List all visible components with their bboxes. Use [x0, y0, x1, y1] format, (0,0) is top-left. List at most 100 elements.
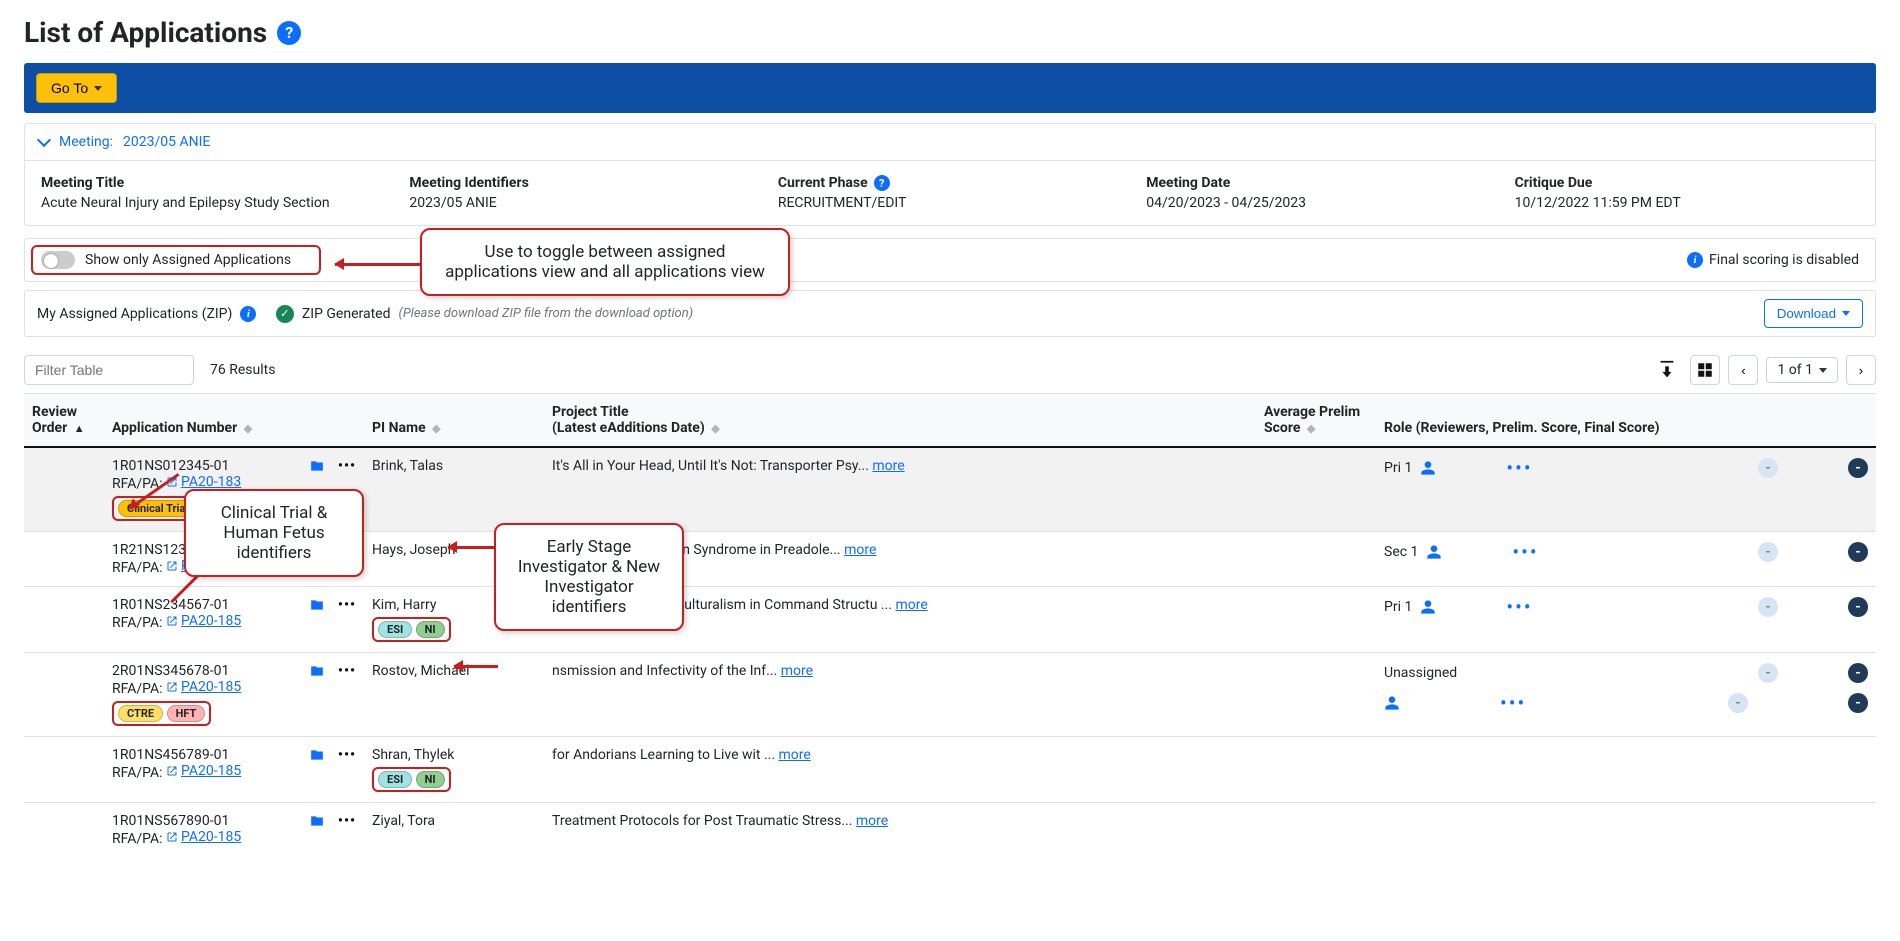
final-score-button[interactable]: - [1848, 458, 1868, 478]
col-project-title[interactable]: Project Title (Latest eAdditions Date) ◆ [544, 394, 1256, 448]
folder-icon[interactable] [308, 458, 326, 474]
project-title: nsmission and Infectivity of the Inf... [552, 663, 781, 679]
meeting-date-label: Meeting Date [1146, 175, 1490, 191]
final-score-button[interactable]: - [1848, 597, 1868, 617]
caret-down-icon [94, 86, 102, 91]
person-icon[interactable] [1384, 695, 1400, 711]
meeting-ident-label: Meeting Identifiers [409, 175, 753, 191]
col-app-number[interactable]: Application Number ◆ [104, 394, 364, 448]
rfa-label: RFA/PA: [112, 831, 163, 847]
current-phase-label: Current Phase ? [778, 175, 1122, 191]
rfa-label: RFA/PA: [112, 560, 163, 576]
project-title: Treatment Protocols for Post Traumatic S… [552, 813, 856, 829]
col-pi-name[interactable]: PI Name ◆ [364, 394, 544, 448]
prelim-score-button[interactable]: - [1758, 597, 1778, 617]
sort-icon: ◆ [711, 422, 719, 435]
prelim-score-button[interactable]: - [1758, 458, 1778, 478]
export-icon[interactable] [1652, 355, 1682, 385]
goto-button[interactable]: Go To [36, 73, 117, 103]
callout-esi-ni: Early Stage Investigator & New Investiga… [494, 523, 684, 631]
table-row: 1R01NS456789-01RFA/PA: PA20-185•••Shran,… [24, 737, 1876, 803]
row-menu-icon[interactable]: ••• [338, 597, 356, 613]
annotation-box: CTRE HFT [112, 701, 211, 726]
more-link[interactable]: more [781, 663, 813, 679]
assigned-apps-toggle[interactable] [41, 251, 75, 269]
role-menu-icon[interactable]: ••• [1506, 463, 1532, 473]
app-number: 1R01NS234567-01 [112, 597, 296, 613]
app-number: 2R01NS345678-01 [112, 663, 296, 679]
more-link[interactable]: more [779, 747, 811, 763]
table-row: 1R01NS567890-01RFA/PA: PA20-185•••Ziyal,… [24, 803, 1876, 858]
info-icon: i [1687, 252, 1703, 268]
badge-ni: NI [416, 771, 445, 788]
applications-table: Review Order ▲ Application Number ◆ PI N… [24, 393, 1876, 857]
callout-toggle: Use to toggle between assigned applicati… [420, 228, 790, 296]
project-title: It's All in Your Head, Until It's Not: T… [552, 458, 872, 474]
rfa-link[interactable]: PA20-185 [166, 679, 241, 695]
col-review-order[interactable]: Review Order ▲ [24, 394, 104, 448]
rfa-label: RFA/PA: [112, 681, 163, 697]
meeting-date-value: 04/20/2023 - 04/25/2023 [1146, 195, 1490, 211]
row-menu-icon[interactable]: ••• [338, 458, 356, 474]
project-title: for Andorians Learning to Live wit ... [552, 747, 779, 763]
folder-icon[interactable] [308, 597, 326, 613]
final-score-button[interactable]: - [1848, 663, 1868, 683]
more-link[interactable]: more [844, 542, 876, 558]
row-menu-icon[interactable]: ••• [338, 663, 356, 679]
goto-label: Go To [51, 80, 88, 96]
person-icon[interactable] [1426, 544, 1442, 560]
prelim-score-button[interactable]: - [1758, 542, 1778, 562]
person-icon[interactable] [1420, 460, 1436, 476]
role-menu-icon[interactable]: ••• [1500, 698, 1526, 708]
rfa-link[interactable]: PA20-185 [166, 829, 241, 845]
critique-due-label: Critique Due [1515, 175, 1859, 191]
annotation-box: ESI NI [372, 767, 451, 792]
prelim-score-button[interactable]: - [1728, 693, 1748, 713]
grid-view-icon[interactable] [1690, 355, 1720, 385]
final-score-button[interactable]: - [1848, 693, 1868, 713]
caret-down-icon [1819, 368, 1827, 373]
results-count: 76 Results [210, 362, 275, 378]
filter-input[interactable] [24, 355, 194, 385]
meeting-value: 2023/05 ANIE [123, 134, 210, 150]
app-number: 1R01NS567890-01 [112, 813, 296, 829]
final-score-button[interactable]: - [1848, 542, 1868, 562]
row-menu-icon[interactable]: ••• [338, 813, 356, 829]
table-row: 1R01NS234567-01RFA/PA: PA20-185•••Kim, H… [24, 587, 1876, 653]
sort-icon: ◆ [432, 422, 440, 435]
help-icon[interactable]: ? [277, 21, 301, 45]
pager-next-button[interactable]: › [1846, 355, 1876, 385]
meeting-title-label: Meeting Title [41, 175, 385, 191]
role-unassigned: Unassigned [1384, 665, 1457, 681]
more-link[interactable]: more [872, 458, 904, 474]
download-button[interactable]: Download [1764, 299, 1863, 328]
zip-info-icon[interactable]: i [240, 306, 256, 322]
meeting-collapse-header[interactable]: Meeting: 2023/05 ANIE [25, 124, 1875, 161]
rfa-link[interactable]: PA20-185 [166, 613, 241, 629]
rfa-link[interactable]: PA20-185 [166, 763, 241, 779]
pi-name: Brink, Talas [372, 458, 536, 474]
role-menu-icon[interactable]: ••• [1506, 602, 1532, 612]
meeting-label: Meeting: [59, 134, 113, 150]
current-phase-value: RECRUITMENT/EDIT [778, 195, 1122, 211]
folder-icon[interactable] [308, 813, 326, 829]
more-link[interactable]: more [895, 597, 927, 613]
role-menu-icon[interactable]: ••• [1512, 547, 1538, 557]
badge-ctre: CTRE [118, 705, 163, 722]
person-icon[interactable] [1420, 599, 1436, 615]
zip-row: My Assigned Applications (ZIP) i ✓ ZIP G… [24, 290, 1876, 337]
more-link[interactable]: more [856, 813, 888, 829]
folder-icon[interactable] [308, 663, 326, 679]
pager-page-select[interactable]: 1 of 1 [1766, 357, 1838, 383]
badge-esi: ESI [378, 621, 412, 638]
badge-hft: HFT [167, 705, 206, 722]
pager-prev-button[interactable]: ‹ [1728, 355, 1758, 385]
annotation-arrow [448, 546, 496, 549]
toggle-label: Show only Assigned Applications [85, 252, 291, 268]
toggle-row: Show only Assigned Applications i Final … [24, 238, 1876, 282]
col-avg-score[interactable]: Average Prelim Score ◆ [1256, 394, 1376, 448]
prelim-score-button[interactable]: - [1758, 663, 1778, 683]
phase-help-icon[interactable]: ? [874, 175, 890, 191]
folder-icon[interactable] [308, 747, 326, 763]
row-menu-icon[interactable]: ••• [338, 747, 356, 763]
